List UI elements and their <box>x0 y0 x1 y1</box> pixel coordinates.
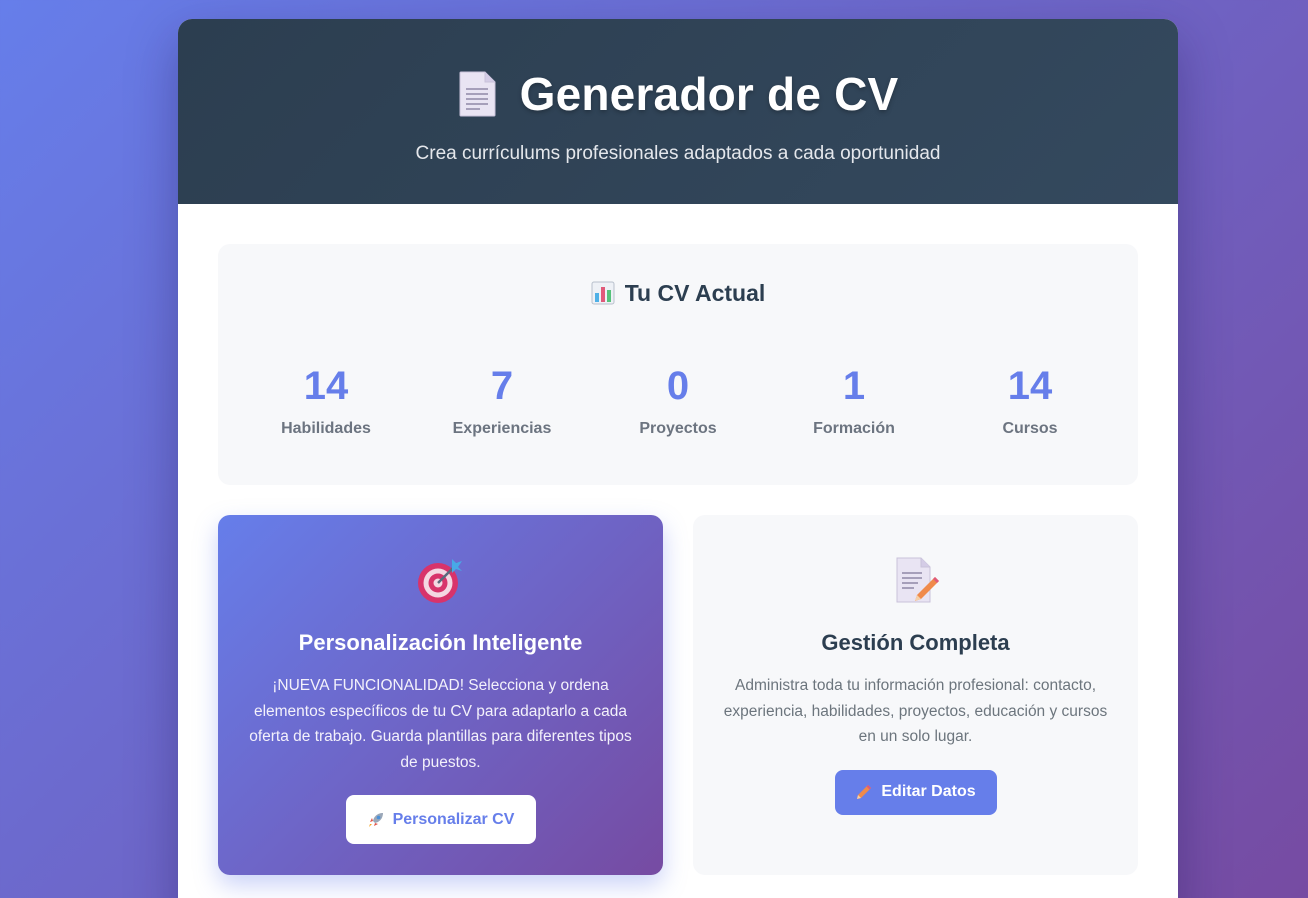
stat-education: 1 Formación <box>766 366 942 438</box>
card-title: Personalización Inteligente <box>298 630 583 655</box>
stat-label: Formación <box>813 420 895 437</box>
main-container: Generador de CV Crea currículums profesi… <box>178 19 1178 898</box>
pencil-icon <box>857 785 872 799</box>
rocket-icon <box>368 812 383 827</box>
bar-chart-icon <box>591 281 615 305</box>
stats-row: 14 Habilidades 7 Experiencias 0 Proyecto… <box>218 366 1138 438</box>
page-subtitle: Crea currículums profesionales adaptados… <box>415 143 941 164</box>
stat-label: Proyectos <box>639 420 717 437</box>
stat-skills: 14 Habilidades <box>238 366 414 438</box>
stat-label: Habilidades <box>281 420 371 437</box>
stat-value: 0 <box>666 364 690 408</box>
stat-courses: 14 Cursos <box>942 366 1118 438</box>
stat-label: Experiencias <box>452 420 552 437</box>
stat-projects: 0 Proyectos <box>590 366 766 438</box>
button-label: Personalizar CV <box>392 810 515 828</box>
customize-card: Personalización Inteligente ¡NUEVA FUNCI… <box>218 515 663 875</box>
management-card: Gestión Completa Administra toda tu info… <box>693 515 1138 875</box>
memo-icon <box>896 557 939 603</box>
customize-cv-button[interactable]: Personalizar CV <box>345 795 536 844</box>
edit-data-button[interactable]: Editar Datos <box>834 769 997 815</box>
stats-heading: Tu CV Actual <box>218 278 1138 308</box>
header-title-row: Generador de CV <box>178 69 1178 119</box>
stat-value: 1 <box>842 364 866 408</box>
page-title: Generador de CV <box>519 68 899 120</box>
stat-value: 7 <box>490 364 514 408</box>
card-description: ¡NUEVA FUNCIONALIDAD! Selecciona y orden… <box>249 677 632 771</box>
main-content: Tu CV Actual 14 Habilidades 7 Experienci… <box>178 204 1178 875</box>
target-icon <box>417 559 462 603</box>
card-description: Administra toda tu información profesion… <box>723 677 1108 745</box>
stats-title: Tu CV Actual <box>624 279 766 306</box>
stat-label: Cursos <box>1002 420 1058 437</box>
page-header: Generador de CV Crea currículums profesi… <box>178 19 1178 204</box>
stat-experiences: 7 Experiencias <box>414 366 590 438</box>
feature-cards: Personalización Inteligente ¡NUEVA FUNCI… <box>218 515 1138 875</box>
button-label: Editar Datos <box>881 783 976 800</box>
stat-value: 14 <box>1007 364 1053 408</box>
stat-value: 14 <box>303 364 349 408</box>
cv-stats-panel: Tu CV Actual 14 Habilidades 7 Experienci… <box>218 244 1138 485</box>
card-title: Gestión Completa <box>821 630 1010 655</box>
document-icon <box>459 71 496 117</box>
